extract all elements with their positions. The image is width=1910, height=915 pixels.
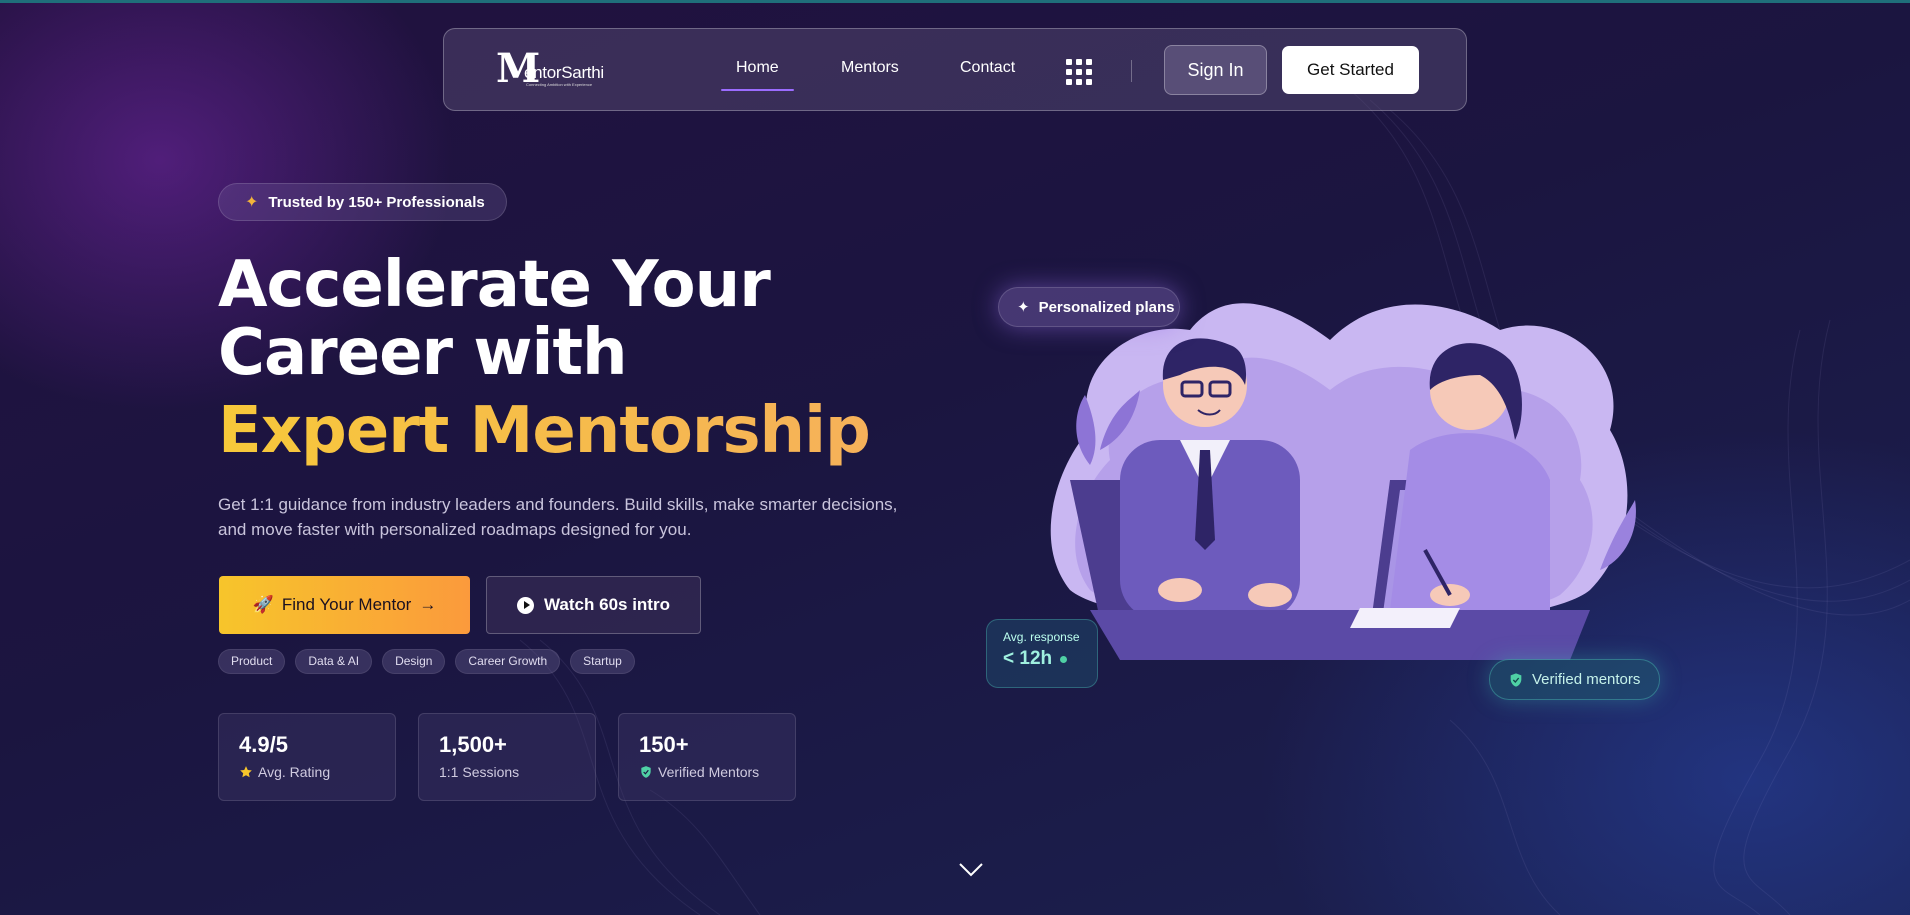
arrow-right-icon: → xyxy=(419,595,437,614)
tag-career-growth[interactable]: Career Growth xyxy=(455,649,561,674)
get-started-button[interactable]: Get Started xyxy=(1282,46,1419,94)
tag-design[interactable]: Design xyxy=(382,649,446,674)
stat-label-row: Verified Mentors xyxy=(639,764,775,780)
stat-value: 1,500+ xyxy=(439,732,507,757)
tag-data-ai[interactable]: Data & AI xyxy=(295,649,373,674)
stat-card-rating: 4.9/5 Avg. Rating xyxy=(218,713,396,801)
stat-card-mentors: 150+ Verified Mentors xyxy=(618,713,796,801)
brand-logo[interactable]: M entorSarthi Connecting Ambition with E… xyxy=(496,47,616,93)
nav-divider xyxy=(1131,60,1132,82)
star-icon xyxy=(240,766,252,778)
logo-text: entorSarthi xyxy=(524,63,604,82)
stat-value: 150+ xyxy=(639,732,689,757)
verified-mentors-label: Verified mentors xyxy=(1532,671,1641,688)
mentoring-illustration xyxy=(1050,303,1636,660)
shield-check-icon xyxy=(641,766,651,778)
stat-label: 1:1 Sessions xyxy=(439,764,520,780)
verified-mentors-pill: Verified mentors xyxy=(1489,659,1660,700)
nav-link-contact[interactable]: Contact xyxy=(960,59,1015,77)
top-accent-line xyxy=(0,0,1910,3)
avg-response-value: < 12h xyxy=(1003,648,1053,669)
stat-label: Avg. Rating xyxy=(258,764,331,780)
topic-tags: Product Data & AI Design Career Growth S… xyxy=(218,649,635,674)
logo-tagline: Connecting Ambition with Experience xyxy=(526,82,593,87)
nav-link-mentors[interactable]: Mentors xyxy=(841,59,899,77)
nav-link-home[interactable]: Home xyxy=(721,59,794,91)
personalized-plans-label: Personalized plans xyxy=(1038,298,1175,316)
watch-intro-label: Watch 60s intro xyxy=(544,595,670,614)
stat-label-row: Avg. Rating xyxy=(239,764,375,780)
shield-check-icon xyxy=(1510,672,1522,687)
stat-label-row: 1:1 Sessions xyxy=(439,764,575,780)
sparkle-icon: ✦ xyxy=(1017,299,1030,316)
navbar: M entorSarthi Connecting Ambition with E… xyxy=(443,28,1467,111)
chevron-down-icon[interactable] xyxy=(958,862,984,878)
avg-response-value-row: < 12h xyxy=(1003,648,1081,670)
avg-response-card: Avg. response < 12h xyxy=(986,619,1098,688)
find-mentor-button[interactable]: 🚀 Find Your Mentor → xyxy=(219,576,470,634)
trust-badge-label: Trusted by 150+ Professionals xyxy=(268,193,485,211)
trust-badge: ✦ Trusted by 150+ Professionals xyxy=(218,183,507,221)
personalized-plans-pill: ✦ Personalized plans xyxy=(998,287,1180,327)
stat-card-sessions: 1,500+ 1:1 Sessions xyxy=(418,713,596,801)
stat-label: Verified Mentors xyxy=(658,764,760,780)
status-dot-icon xyxy=(1060,655,1068,663)
avg-response-label: Avg. response xyxy=(1003,630,1080,644)
play-icon xyxy=(517,596,535,614)
hero-subtitle: Get 1:1 guidance from industry leaders a… xyxy=(218,495,898,539)
find-mentor-label: Find Your Mentor xyxy=(281,595,412,614)
tag-startup[interactable]: Startup xyxy=(570,649,635,674)
tag-product[interactable]: Product xyxy=(218,649,286,674)
sign-in-button[interactable]: Sign In xyxy=(1164,45,1267,95)
rocket-icon: 🚀 xyxy=(252,595,274,614)
grid-icon[interactable] xyxy=(1066,59,1092,85)
sparkle-icon: ✦ xyxy=(245,194,259,211)
stat-value: 4.9/5 xyxy=(239,732,288,757)
hero-title-line2: Career with xyxy=(218,316,628,390)
watch-intro-button[interactable]: Watch 60s intro xyxy=(486,576,701,634)
hero-title-highlight: Expert Mentorship xyxy=(218,394,871,468)
hero-title-line1: Accelerate Your xyxy=(218,248,771,322)
